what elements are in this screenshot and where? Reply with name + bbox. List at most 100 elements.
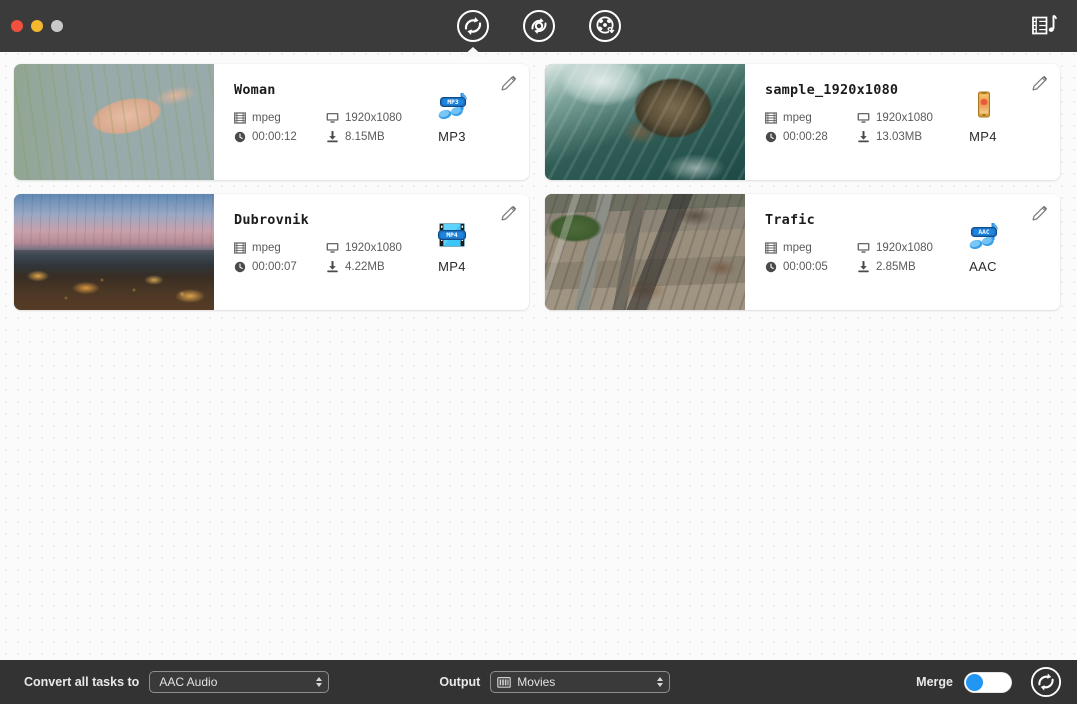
task-duration-value: 00:00:12 xyxy=(252,131,297,143)
task-output-format[interactable]: MP4 xyxy=(944,88,1022,144)
task-output-format[interactable]: MP4 MP4 xyxy=(413,218,491,274)
task-codec-value: mpeg xyxy=(783,112,812,124)
task-duration: 00:00:07 xyxy=(234,261,326,273)
task-codec: mpeg xyxy=(765,112,857,124)
filmstrip-icon xyxy=(765,112,777,124)
task-list: Woman mpeg 1920x1080 00:00:12 8.15MB MP3… xyxy=(0,52,1077,660)
task-size-value: 8.15MB xyxy=(345,131,385,143)
task-thumbnail xyxy=(545,64,745,180)
bottom-bar: Convert all tasks to AAC Audio Output Mo… xyxy=(0,660,1077,704)
mp3-note-icon: MP3 xyxy=(431,88,473,126)
task-resolution-value: 1920x1080 xyxy=(876,112,933,124)
clock-icon xyxy=(234,131,246,143)
filmstrip-icon xyxy=(765,242,777,254)
task-details: Woman mpeg 1920x1080 00:00:12 8.15MB MP3… xyxy=(214,64,529,180)
convert-all-value: AAC Audio xyxy=(159,675,218,689)
filmstrip-icon xyxy=(234,112,246,124)
task-card[interactable]: Trafic mpeg 1920x1080 00:00:05 2.85MB AA… xyxy=(545,194,1060,310)
task-duration-value: 00:00:28 xyxy=(783,131,828,143)
folder-movies-icon xyxy=(497,676,512,689)
convert-circle-icon xyxy=(1030,666,1062,698)
close-window-button[interactable] xyxy=(11,20,23,32)
task-edit-button[interactable] xyxy=(1028,203,1050,225)
minimize-window-button[interactable] xyxy=(31,20,43,32)
monitor-icon xyxy=(857,242,870,254)
start-convert-button[interactable] xyxy=(1029,665,1063,699)
task-duration: 00:00:12 xyxy=(234,131,326,143)
task-thumbnail xyxy=(14,64,214,180)
task-output-format[interactable]: AAC AAC xyxy=(944,218,1022,274)
task-card[interactable]: sample_1920x1080 mpeg 1920x1080 00:00:28… xyxy=(545,64,1060,180)
filmstrip-icon xyxy=(234,242,246,254)
output-label: Output xyxy=(439,675,481,689)
monitor-icon xyxy=(857,112,870,124)
toolbar-tabs xyxy=(0,0,1077,52)
task-thumbnail xyxy=(14,194,214,310)
download-icon xyxy=(857,131,870,143)
task-edit-button[interactable] xyxy=(497,203,519,225)
monitor-icon xyxy=(326,242,339,254)
output-value: Movies xyxy=(517,675,556,689)
record-tab[interactable] xyxy=(519,6,559,46)
thumbnail-image xyxy=(14,194,214,310)
filmstrip-music-icon xyxy=(1032,14,1057,35)
task-format-label: MP4 xyxy=(438,259,466,274)
svg-text:MP3: MP3 xyxy=(447,99,458,106)
pencil-icon xyxy=(501,205,517,221)
clock-icon xyxy=(765,261,777,273)
thumbnail-image xyxy=(545,194,745,310)
output-select[interactable]: Movies xyxy=(490,671,671,693)
task-duration: 00:00:05 xyxy=(765,261,857,273)
pencil-icon xyxy=(1032,205,1048,221)
clock-icon xyxy=(765,131,777,143)
stepper-arrows-icon xyxy=(316,677,323,687)
task-details: Trafic mpeg 1920x1080 00:00:05 2.85MB AA… xyxy=(745,194,1060,310)
download-icon xyxy=(326,261,339,273)
task-output-format[interactable]: MP3 MP3 xyxy=(413,88,491,144)
title-bar xyxy=(0,0,1077,52)
task-duration-value: 00:00:07 xyxy=(252,261,297,273)
record-circle-icon xyxy=(522,10,555,42)
monitor-icon xyxy=(326,112,339,124)
mp4-filmstrip-icon: MP4 xyxy=(431,218,473,256)
task-format-label: AAC xyxy=(969,259,997,274)
convert-all-select[interactable]: AAC Audio xyxy=(149,671,330,693)
download-icon xyxy=(857,261,870,273)
task-codec: mpeg xyxy=(765,242,857,254)
convert-all-label: Convert all tasks to xyxy=(24,675,140,689)
mp4-phone-icon xyxy=(962,88,1004,126)
task-size-value: 2.85MB xyxy=(876,261,916,273)
thumbnail-image xyxy=(14,64,214,180)
task-edit-button[interactable] xyxy=(1028,73,1050,95)
pencil-icon xyxy=(1032,75,1048,91)
task-edit-button[interactable] xyxy=(497,73,519,95)
download-icon xyxy=(326,131,339,143)
toolbar-right xyxy=(1027,9,1077,43)
svg-text:AAC: AAC xyxy=(978,229,989,236)
task-codec: mpeg xyxy=(234,112,326,124)
task-resolution-value: 1920x1080 xyxy=(345,242,402,254)
task-format-label: MP3 xyxy=(438,129,466,144)
merge-toggle[interactable] xyxy=(964,671,1012,693)
task-resolution-value: 1920x1080 xyxy=(876,242,933,254)
download-tab[interactable] xyxy=(585,6,625,46)
clock-icon xyxy=(234,261,246,273)
task-card[interactable]: Dubrovnik mpeg 1920x1080 00:00:07 4.22MB… xyxy=(14,194,529,310)
film-download-circle-icon xyxy=(588,10,621,42)
task-codec: mpeg xyxy=(234,242,326,254)
task-codec-value: mpeg xyxy=(252,242,281,254)
task-card[interactable]: Woman mpeg 1920x1080 00:00:12 8.15MB MP3… xyxy=(14,64,529,180)
thumbnail-image xyxy=(545,64,745,180)
task-codec-value: mpeg xyxy=(783,242,812,254)
task-duration: 00:00:28 xyxy=(765,131,857,143)
media-library-button[interactable] xyxy=(1027,9,1061,43)
merge-label: Merge xyxy=(916,675,953,689)
task-size-value: 13.03MB xyxy=(876,131,923,143)
task-details: Dubrovnik mpeg 1920x1080 00:00:07 4.22MB… xyxy=(214,194,529,310)
convert-circle-icon xyxy=(456,10,489,42)
convert-tab[interactable] xyxy=(453,6,493,46)
task-resolution-value: 1920x1080 xyxy=(345,112,402,124)
svg-text:MP4: MP4 xyxy=(446,232,457,239)
zoom-window-button[interactable] xyxy=(51,20,63,32)
task-thumbnail xyxy=(545,194,745,310)
